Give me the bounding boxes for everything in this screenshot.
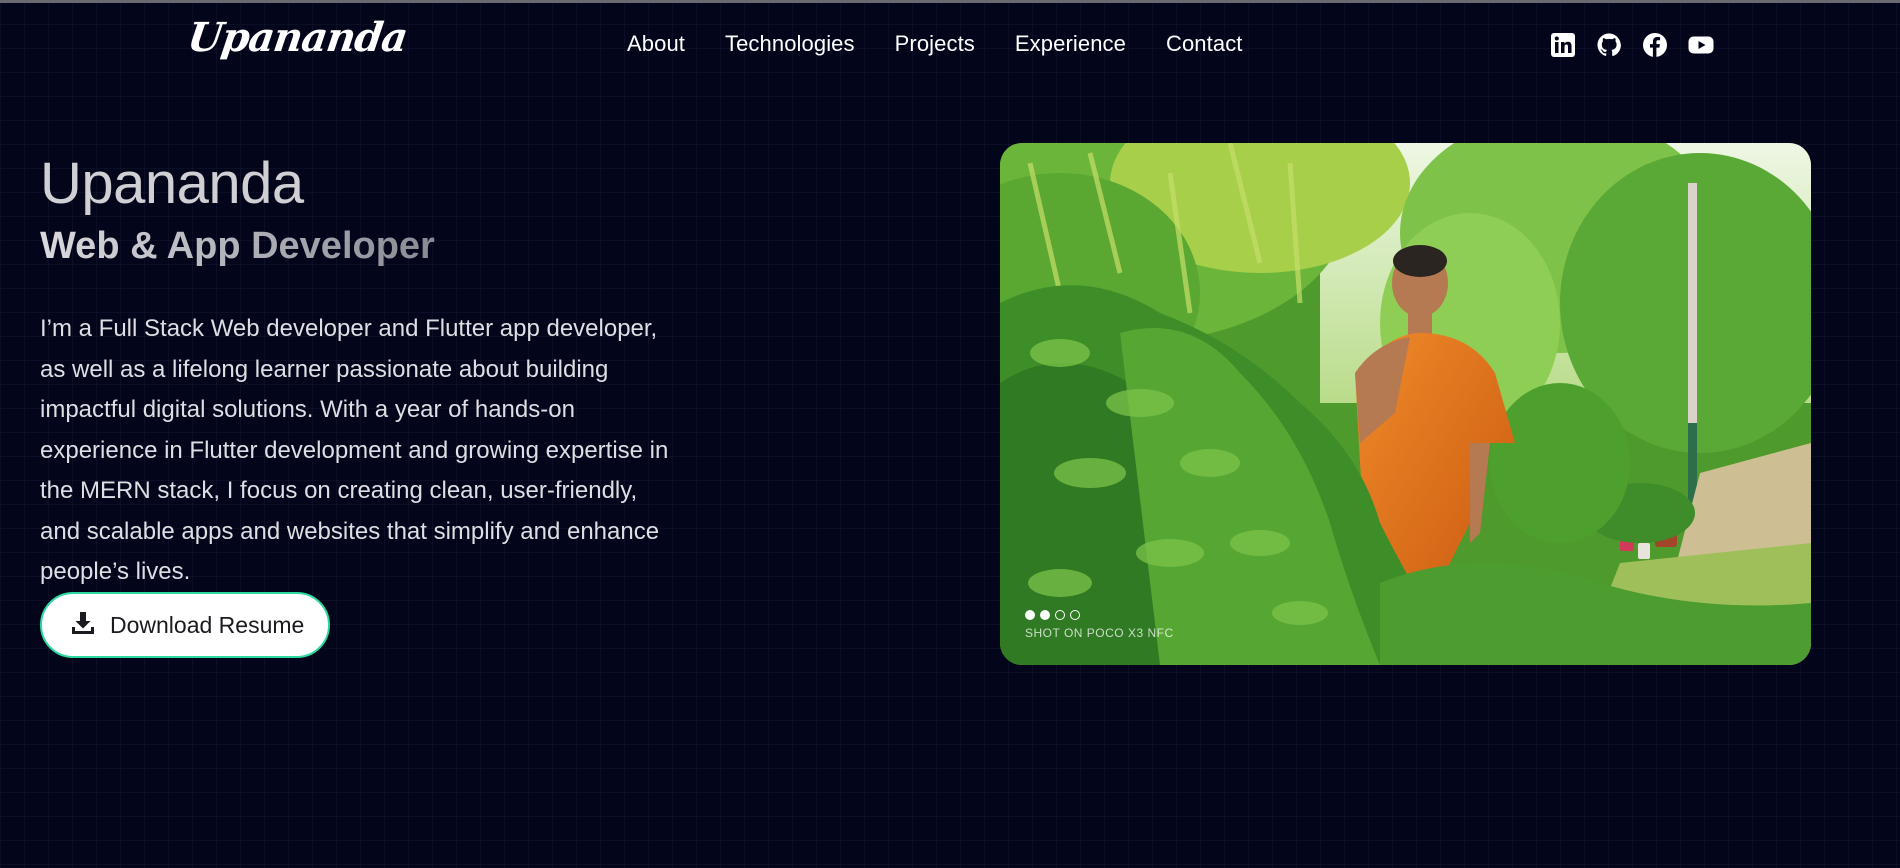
nav-projects[interactable]: Projects [895, 31, 975, 57]
github-icon[interactable] [1596, 32, 1622, 58]
hero-name: Upananda [40, 151, 304, 216]
download-resume-label: Download Resume [110, 611, 305, 638]
nav-about[interactable]: About [627, 31, 685, 57]
nav-contact[interactable]: Contact [1166, 31, 1243, 57]
hero-role: Web & App Developer [40, 225, 435, 267]
hero-photo: SHOT ON POCO X3 NFC [1000, 143, 1811, 665]
site-logo[interactable]: Upananda [185, 14, 410, 61]
download-resume-button[interactable]: Download Resume [40, 592, 330, 658]
social-links [1550, 32, 1714, 58]
camera-watermark-dots [1025, 610, 1080, 620]
download-icon [70, 610, 96, 641]
youtube-icon[interactable] [1688, 32, 1714, 58]
hero-description: I’m a Full Stack Web developer and Flutt… [40, 315, 669, 585]
nav-technologies[interactable]: Technologies [725, 31, 855, 57]
main-nav: About Technologies Projects Experience C… [627, 31, 1243, 57]
browser-top-border [0, 0, 1900, 3]
photo-watermark: SHOT ON POCO X3 NFC [1025, 626, 1174, 640]
nav-experience[interactable]: Experience [1015, 31, 1126, 57]
linkedin-icon[interactable] [1550, 32, 1576, 58]
facebook-icon[interactable] [1642, 32, 1668, 58]
